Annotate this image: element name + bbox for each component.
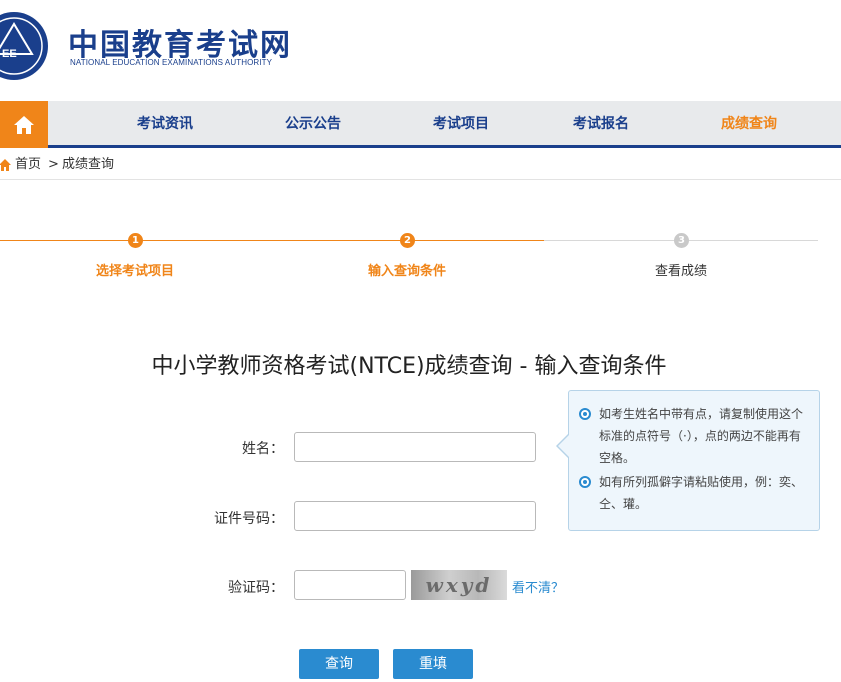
step-3-number: 3 <box>674 233 689 248</box>
captcha-label: 验证码： <box>228 580 284 596</box>
breadcrumb-current: 成绩查询 <box>62 157 115 172</box>
bullet-icon <box>579 408 591 420</box>
step-2-label: 输入查询条件 <box>367 264 446 279</box>
tip-text: 如有所列孤僻字请粘贴使用，例：奕、仝、瓘。 <box>599 475 804 511</box>
bullet-icon <box>579 476 591 488</box>
tip-arrow-inner <box>558 435 569 457</box>
breadcrumb: 首页 > 成绩查询 <box>0 150 841 180</box>
nav-item-announcements[interactable]: 公示公告 <box>268 101 358 148</box>
nav-item-exam-registration[interactable]: 考试报名 <box>556 101 646 148</box>
name-label: 姓名： <box>242 441 284 457</box>
step-2-number: 2 <box>400 233 415 248</box>
step-line-done <box>0 240 544 241</box>
id-number-label: 证件号码： <box>214 511 284 527</box>
step-1-number: 1 <box>128 233 143 248</box>
svg-text:EE: EE <box>2 48 17 60</box>
neea-seal-icon[interactable]: EE <box>0 8 50 84</box>
name-input[interactable] <box>294 432 536 462</box>
home-icon <box>0 159 11 171</box>
submit-button[interactable]: 查询 <box>299 649 379 679</box>
reset-button[interactable]: 重填 <box>393 649 473 679</box>
id-number-input[interactable] <box>294 501 536 531</box>
nav-item-exam-projects[interactable]: 考试项目 <box>416 101 506 148</box>
captcha-image[interactable]: wxyd <box>411 570 507 600</box>
tip-item: 如有所列孤僻字请粘贴使用，例：奕、仝、瓘。 <box>579 471 811 515</box>
breadcrumb-home-link[interactable]: 首页 <box>15 150 41 180</box>
page-title: 中小学教师资格考试(NTCE)成绩查询 - 输入查询条件 <box>151 354 667 379</box>
nav-item-exam-news[interactable]: 考试资讯 <box>120 101 210 148</box>
breadcrumb-separator: > <box>48 157 59 172</box>
nav-item-score-query[interactable]: 成绩查询 <box>704 101 794 148</box>
captcha-input[interactable] <box>294 570 406 600</box>
home-icon <box>14 115 34 134</box>
site-header: EE 中国教育考试网 NATIONAL EDUCATION EXAMINATIO… <box>0 0 841 100</box>
captcha-refresh-link[interactable]: 看不清？ <box>512 577 564 596</box>
step-1-label: 选择考试项目 <box>95 264 174 279</box>
nav-home-button[interactable] <box>0 101 48 148</box>
step-3-label: 查看成绩 <box>654 264 707 279</box>
main-nav: 考试资讯 公示公告 考试项目 考试报名 成绩查询 <box>0 101 841 148</box>
tip-box: 如考生姓名中带有点，请复制使用这个标准的点符号（·），点的两边不能再有空格。 如… <box>568 390 820 531</box>
tip-item: 如考生姓名中带有点，请复制使用这个标准的点符号（·），点的两边不能再有空格。 <box>579 403 811 469</box>
tip-text: 如考生姓名中带有点，请复制使用这个标准的点符号（·），点的两边不能再有空格。 <box>599 407 804 465</box>
site-name-en: NATIONAL EDUCATION EXAMINATIONS AUTHORIT… <box>70 58 273 67</box>
